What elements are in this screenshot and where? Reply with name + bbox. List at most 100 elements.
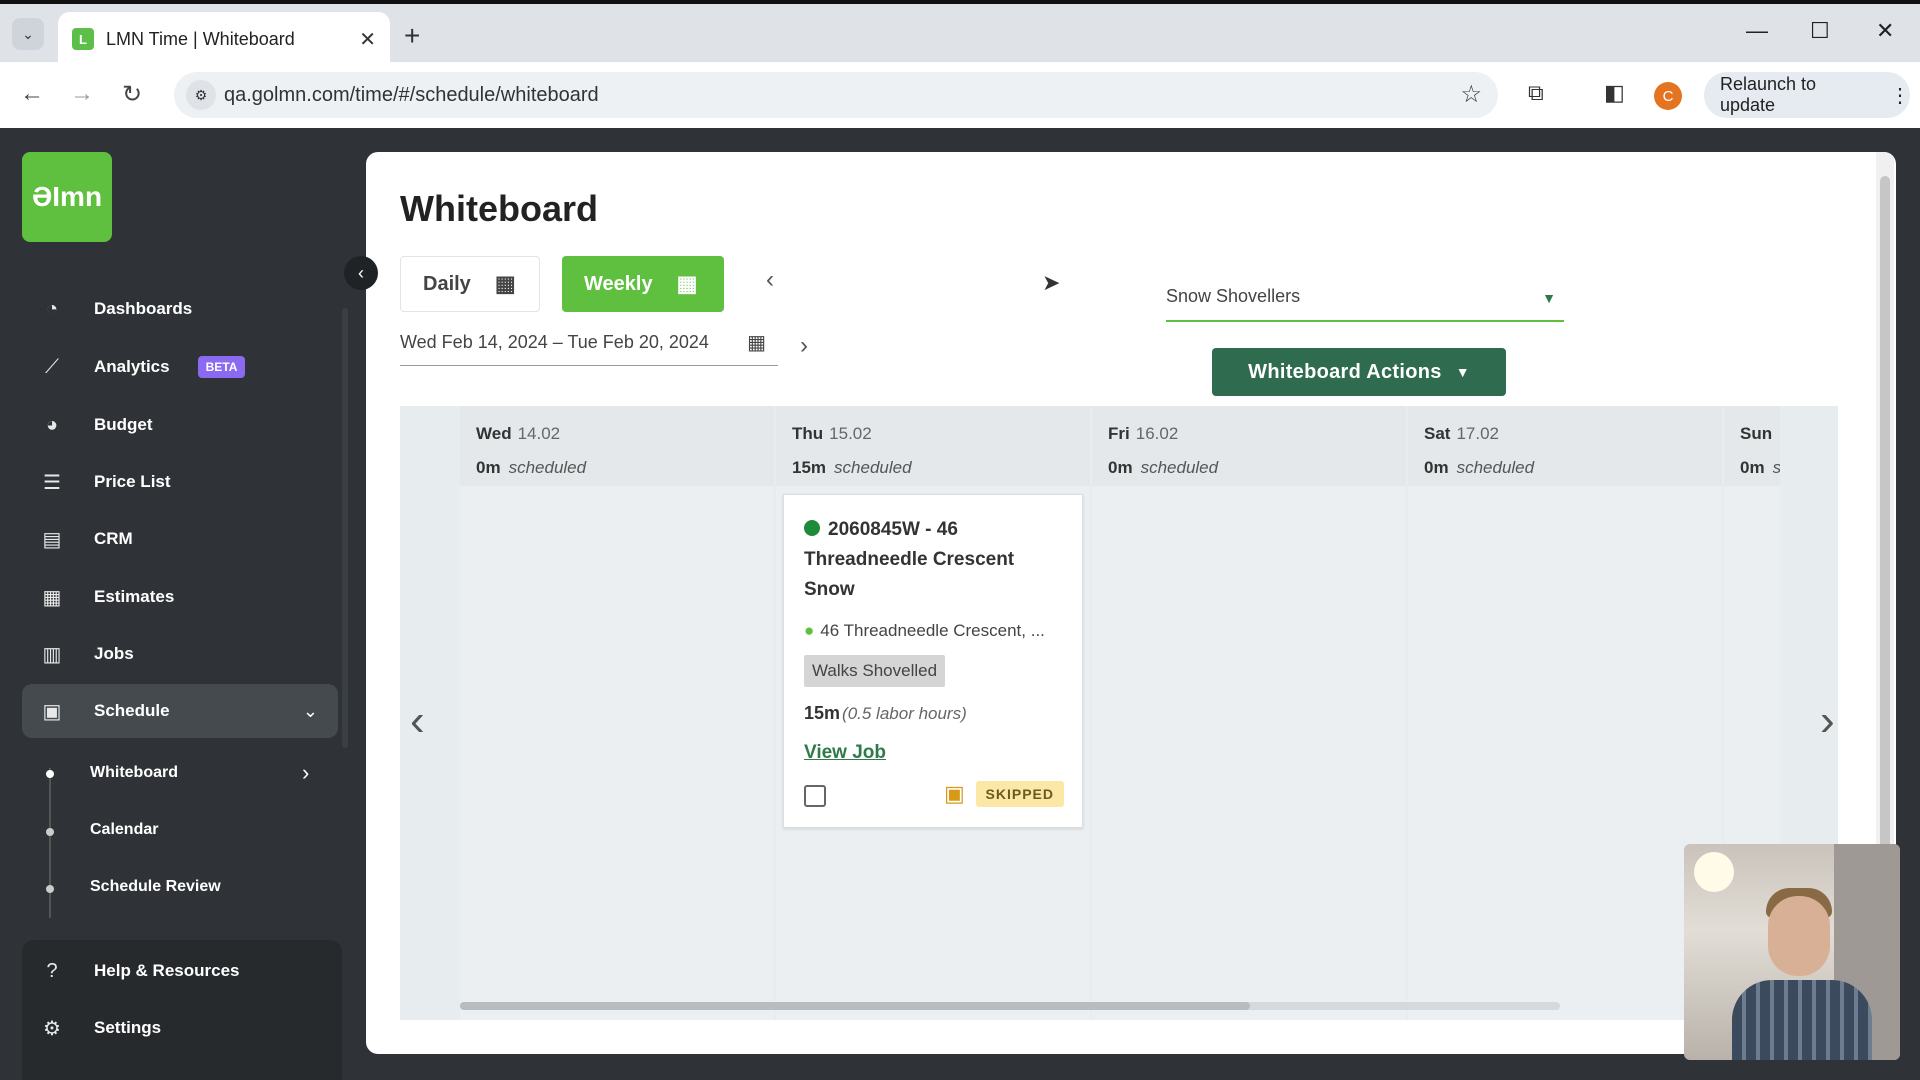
scheduled-summary: 0m scheduled: [1424, 458, 1706, 478]
tab-title: LMN Time | Whiteboard: [106, 28, 295, 49]
sub-nav-dot: [46, 770, 54, 778]
weekly-view-button[interactable]: Weekly ▦: [562, 256, 724, 312]
daily-view-button[interactable]: Daily ▦: [400, 256, 540, 312]
settings-icon: ⚙: [43, 1017, 61, 1040]
sidebar-item-estimates[interactable]: ▦ Estimates: [22, 570, 338, 624]
day-name: Fri: [1108, 424, 1130, 443]
service-tag: Walks Shovelled: [804, 655, 946, 687]
minimize-icon[interactable]: —: [1746, 18, 1768, 44]
lmn-logo[interactable]: ƏImn: [22, 152, 112, 242]
maximize-icon[interactable]: ☐: [1810, 18, 1830, 44]
sidebar-item-label: Dashboards: [94, 299, 193, 318]
browser-toolbar: ← → ↻ ⚙ qa.golmn.com/time/#/schedule/whi…: [0, 62, 1920, 128]
main-content: Whiteboard Daily ▦ Weekly ▦ ‹ ➤ Wed Feb …: [366, 152, 1896, 1054]
weekly-label: Weekly: [584, 272, 653, 295]
sidebar-scrollbar[interactable]: [342, 308, 348, 748]
whiteboard-actions-button[interactable]: Whiteboard Actions ▼: [1212, 348, 1506, 396]
back-icon[interactable]: ←: [20, 80, 44, 108]
browser-tab[interactable]: L LMN Time | Whiteboard ✕: [58, 12, 390, 66]
day-name: Thu: [792, 424, 824, 443]
crew-select-value: Snow Shovellers: [1166, 286, 1301, 306]
sidebar-item-whiteboard[interactable]: Whiteboard: [90, 764, 178, 782]
day-date: 15.02: [829, 424, 872, 443]
sub-nav-dot: [46, 828, 54, 836]
scheduled-minutes: 0m: [1424, 458, 1449, 477]
job-card[interactable]: 2060845W - 46 Threadneedle Crescent Snow…: [783, 494, 1083, 828]
sidebar-item-settings[interactable]: ⚙ Settings: [22, 1001, 338, 1055]
address-bar[interactable]: ⚙ qa.golmn.com/time/#/schedule/whiteboar…: [174, 72, 1498, 118]
day-column: Thu 15.02 15m scheduled 2060845W - 46 Thre…: [776, 406, 1090, 1020]
sidebar-item-jobs[interactable]: ▥ Jobs: [22, 627, 338, 681]
day-date: 16.02: [1135, 424, 1179, 443]
dashboard-icon: ◔: [45, 297, 59, 320]
browser-tab-bar: ⌄ L LMN Time | Whiteboard ✕ + — ☐ ✕: [0, 0, 1920, 66]
scheduled-summary: 0m scheduled: [1108, 458, 1390, 478]
crew-select[interactable]: Snow Shovellers ▼: [1166, 286, 1564, 322]
sidebar-item-crm[interactable]: ▤ CRM: [22, 512, 338, 566]
duration-value: 15m: [804, 703, 841, 723]
extensions-icon[interactable]: ⧉: [1528, 80, 1544, 106]
sidebar-item-dashboards[interactable]: ◔ Dashboards: [22, 282, 338, 336]
scroll-right-icon[interactable]: ›: [1820, 696, 1835, 746]
date-range-picker[interactable]: Wed Feb 14, 2024 – Tue Feb 20, 2024 ▦: [400, 332, 778, 366]
caret-down-icon: ▼: [1455, 364, 1470, 380]
sidebar-item-calendar[interactable]: Calendar: [90, 821, 158, 839]
forward-icon[interactable]: →: [70, 80, 94, 108]
scroll-left-icon[interactable]: ‹: [410, 696, 425, 746]
calendar-warning-icon[interactable]: ▣: [944, 781, 965, 807]
horizontal-scrollbar[interactable]: [460, 1002, 1560, 1010]
next-week-icon[interactable]: ›: [800, 332, 808, 360]
more-menu-icon[interactable]: ⋮: [1890, 83, 1910, 108]
sidebar-item-budget[interactable]: ◕ Budget: [22, 398, 338, 452]
job-select-checkbox[interactable]: [804, 785, 826, 807]
sub-nav-line: [49, 768, 51, 918]
daily-label: Daily: [423, 272, 471, 295]
job-title[interactable]: 2060845W - 46 Threadneedle Crescent Snow: [804, 515, 1062, 605]
new-tab-icon[interactable]: +: [404, 20, 420, 52]
scheduled-minutes: 15m: [792, 458, 827, 477]
sidebar-item-analytics[interactable]: ⟋ Analytics BETA: [22, 340, 338, 394]
sidebar-item-help[interactable]: ? Help & Resources: [22, 944, 338, 998]
app-area: ƏImn ◔ Dashboards ⟋ Analytics BETA ◕ Bud…: [0, 128, 1920, 1080]
day-header: Sat 17.02 0m scheduled: [1408, 406, 1722, 486]
scrollbar-thumb[interactable]: [460, 1002, 1250, 1010]
relaunch-button[interactable]: Relaunch to update ⋮: [1704, 72, 1910, 118]
job-address: ● 46 Threadneedle Crescent, ...: [804, 621, 1062, 641]
budget-icon: ◕: [45, 413, 59, 436]
week-grid: Wed 14.02 0m scheduled Thu 15.02 15m schedul…: [400, 406, 1838, 1020]
profile-avatar[interactable]: C: [1654, 82, 1682, 110]
collapse-sidebar-icon[interactable]: ‹: [344, 256, 378, 290]
tab-close-icon[interactable]: ✕: [359, 27, 376, 52]
view-job-link[interactable]: View Job: [804, 742, 1062, 764]
location-pin-icon: ●: [804, 621, 815, 640]
side-panel-icon[interactable]: ◧: [1604, 80, 1625, 106]
day-header: Fri 16.02 0m scheduled: [1092, 406, 1406, 486]
calendar-grid-icon: ▦: [676, 271, 698, 296]
sidebar-item-schedule[interactable]: ▣ Schedule ⌄: [22, 684, 338, 738]
scheduled-summary: 0m scheduled: [476, 458, 758, 478]
sidebar-item-price-list[interactable]: ☰ Price List: [22, 455, 338, 509]
scheduled-label: scheduled: [834, 458, 912, 477]
window-close-icon[interactable]: ✕: [1876, 18, 1894, 44]
tab-search-icon[interactable]: ⌄: [12, 18, 44, 50]
scrollbar-thumb[interactable]: [1880, 176, 1890, 916]
sidebar-item-schedule-review[interactable]: Schedule Review: [90, 878, 221, 896]
previous-week-icon[interactable]: ‹: [766, 266, 774, 294]
site-settings-icon[interactable]: ⚙: [186, 80, 216, 110]
scheduled-summary: 15m scheduled: [792, 458, 1074, 478]
scheduled-minutes: 0m: [476, 458, 501, 477]
scheduled-minutes: 0m: [1108, 458, 1133, 477]
sidebar-item-label: CRM: [94, 529, 133, 548]
day-column: Wed 14.02 0m scheduled: [460, 406, 774, 1020]
calendar-icon[interactable]: ▦: [747, 330, 766, 355]
job-card-footer: ▣ SKIPPED: [804, 781, 1064, 809]
scheduled-label: scheduled: [1456, 458, 1535, 477]
day-date: 14.02: [517, 424, 561, 443]
screen: ⌄ L LMN Time | Whiteboard ✕ + — ☐ ✕ ← → …: [0, 0, 1920, 1080]
analytics-icon: ⟋: [45, 355, 59, 378]
crm-icon: ▤: [42, 528, 62, 551]
reload-icon[interactable]: ↻: [122, 80, 142, 109]
day-name: Sat: [1424, 424, 1451, 443]
bookmark-star-icon[interactable]: ☆: [1460, 80, 1482, 109]
sub-nav-dot: [46, 885, 54, 893]
